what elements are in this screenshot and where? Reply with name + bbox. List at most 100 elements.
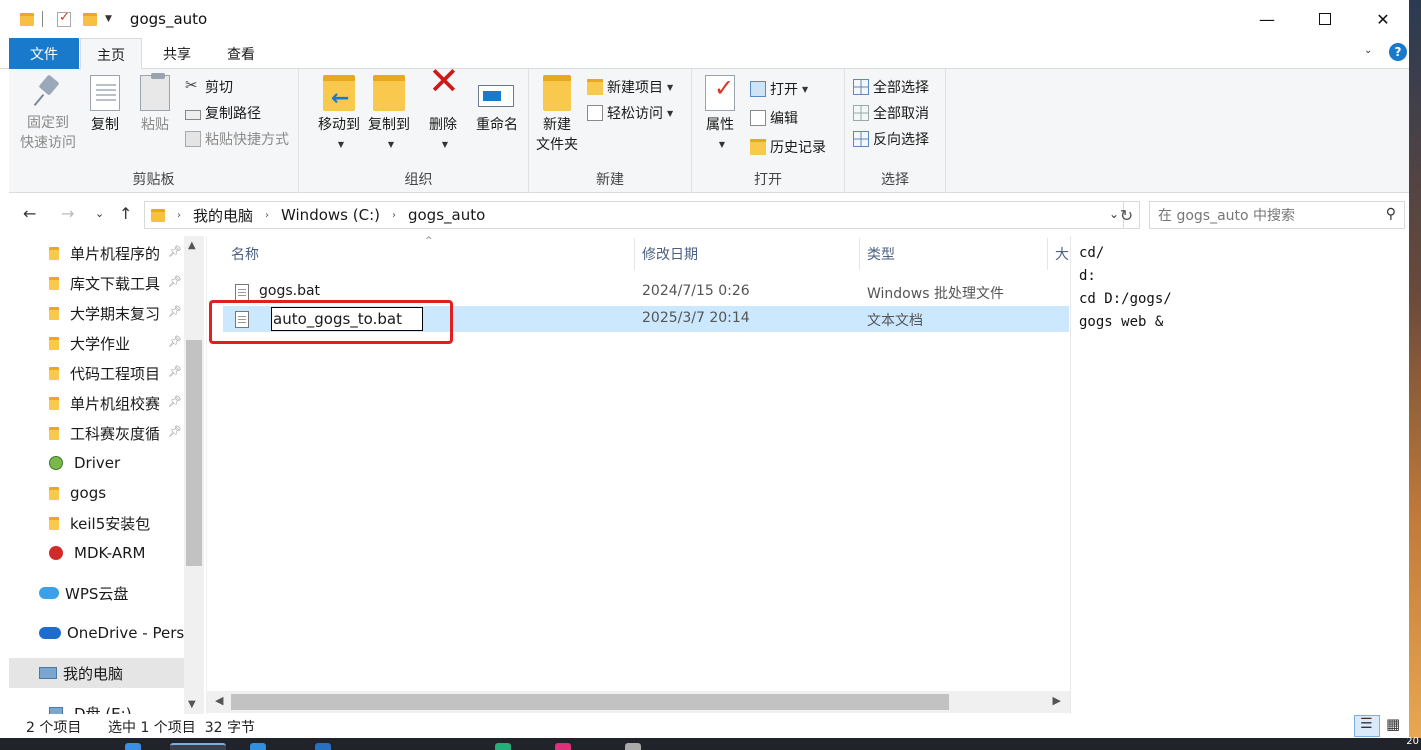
new-folder-button[interactable]: 新建 文件夹 <box>533 75 581 155</box>
new-folder-quick-icon[interactable] <box>83 12 97 26</box>
breadcrumb-chevron-icon[interactable]: › <box>177 210 181 221</box>
address-bar[interactable]: › 我的电脑 › Windows (C:) › gogs_auto ⌄ <box>144 201 1124 229</box>
clipboard-group: 固定到 快速访问 复制 粘贴 剪切 复制路径 粘贴快捷方式 <box>9 69 299 193</box>
recent-locations-chevron-icon[interactable]: ⌄ <box>95 207 104 220</box>
scroll-up-icon[interactable]: ▲ <box>188 240 196 251</box>
close-button[interactable]: ✕ <box>1354 0 1412 38</box>
column-divider[interactable] <box>859 238 860 270</box>
large-icons-view-button[interactable] <box>1383 715 1405 736</box>
pin-icon[interactable]: 📌︎ <box>168 365 182 378</box>
taskbar-app-icon[interactable] <box>125 743 141 750</box>
details-view-button[interactable] <box>1354 715 1380 737</box>
nav-item[interactable]: D盘 (E:) <box>9 698 184 714</box>
pin-icon[interactable]: 📌︎ <box>168 395 182 408</box>
column-divider[interactable] <box>634 238 635 270</box>
copy-to-label: 复制到 <box>368 117 410 133</box>
nav-item-onedrive[interactable]: OneDrive - Personal <box>9 618 184 648</box>
taskbar-app-icon[interactable] <box>315 743 331 750</box>
pin-icon[interactable]: 📌︎ <box>168 305 182 318</box>
nav-item[interactable]: 大学期末复习 📌︎ <box>9 298 184 328</box>
easy-access-button[interactable]: 轻松访问 ▼ <box>587 101 673 125</box>
properties-quick-icon[interactable] <box>57 10 71 27</box>
select-all-button[interactable]: 全部选择 <box>853 75 929 99</box>
scroll-thumb[interactable] <box>186 340 202 566</box>
taskbar-explorer-icon[interactable] <box>170 743 226 750</box>
nav-item[interactable]: gogs <box>9 478 184 508</box>
column-header-size[interactable]: 大小 <box>1055 244 1071 268</box>
maximize-button[interactable] <box>1296 0 1354 38</box>
select-none-button[interactable]: 全部取消 <box>853 101 929 125</box>
pin-to-quick-access-button[interactable]: 固定到 快速访问 <box>17 75 79 153</box>
back-arrow-icon[interactable]: ← <box>23 204 36 223</box>
taskbar-app-icon[interactable] <box>625 743 641 750</box>
scroll-right-icon[interactable]: ▶ <box>1053 694 1061 707</box>
nav-item[interactable]: Driver <box>9 448 184 478</box>
edit-button[interactable]: 编辑 <box>750 106 798 130</box>
copy-to-button[interactable]: 复制到 ▼ <box>363 75 415 155</box>
navigation-pane: 单片机程序的 📌︎ 库文下载工具 📌︎ 大学期末复习 📌︎ 大学作业 📌︎ 代码… <box>9 236 205 714</box>
nav-item[interactable]: 大学作业 📌︎ <box>9 328 184 358</box>
tab-home[interactable]: 主页 <box>80 38 142 70</box>
delete-button[interactable]: 删除 ▼ <box>425 71 461 155</box>
column-header-name[interactable]: 名称 <box>231 244 259 268</box>
pin-icon[interactable]: 📌︎ <box>168 275 182 288</box>
history-button[interactable]: 历史记录 <box>750 135 826 159</box>
scroll-thumb[interactable] <box>231 694 949 710</box>
taskbar-app-icon[interactable] <box>555 743 571 750</box>
nav-item[interactable]: 工科赛灰度循 📌︎ <box>9 418 184 448</box>
taskbar-app-icon[interactable] <box>250 743 266 750</box>
new-item-button[interactable]: 新建项目 ▼ <box>587 75 673 99</box>
paste-button[interactable]: 粘贴 <box>137 73 173 135</box>
move-to-button[interactable]: 移动到 ▼ <box>313 75 365 155</box>
invert-selection-button[interactable]: 反向选择 <box>853 127 929 151</box>
nav-item[interactable]: 库文下载工具 📌︎ <box>9 268 184 298</box>
nav-item[interactable]: 单片机组校赛 📌︎ <box>9 388 184 418</box>
drive-icon <box>49 707 63 714</box>
up-arrow-icon[interactable]: ↑ <box>119 204 132 223</box>
minimize-button[interactable]: — <box>1238 0 1296 38</box>
scroll-left-icon[interactable]: ◀ <box>215 694 223 707</box>
nav-item[interactable]: 代码工程项目 📌︎ <box>9 358 184 388</box>
paste-shortcut-button[interactable]: 粘贴快捷方式 <box>185 127 289 151</box>
refresh-button[interactable]: ↻ <box>1114 201 1140 229</box>
tab-view[interactable]: 查看 <box>210 38 272 69</box>
nav-item[interactable]: keil5安装包 <box>9 508 184 538</box>
breadcrumb-item[interactable]: 我的电脑 <box>193 205 253 226</box>
copy-path-button[interactable]: 复制路径 <box>185 101 261 125</box>
open-button[interactable]: 打开 ▼ <box>750 77 808 101</box>
help-icon[interactable]: ? <box>1389 43 1407 61</box>
copy-button[interactable]: 复制 <box>87 75 123 135</box>
rename-button[interactable]: 重命名 <box>471 75 523 135</box>
cut-button[interactable]: 剪切 <box>185 75 233 99</box>
column-divider[interactable] <box>1047 238 1048 270</box>
breadcrumb-chevron-icon[interactable]: › <box>392 210 396 221</box>
breadcrumb-chevron-icon[interactable]: › <box>265 210 269 221</box>
column-header-type[interactable]: 类型 <box>867 244 895 268</box>
select-none-label: 全部取消 <box>873 106 929 122</box>
nav-item-label: OneDrive - Personal <box>67 624 184 642</box>
column-header-modified[interactable]: 修改日期 <box>642 244 698 268</box>
organize-group-label: 组织 <box>404 172 433 188</box>
pin-icon[interactable]: 📌︎ <box>168 335 182 348</box>
nav-item[interactable]: MDK-ARM <box>9 538 184 568</box>
breadcrumb-item[interactable]: Windows (C:) <box>281 206 380 224</box>
horizontal-scrollbar[interactable]: ◀ ▶ <box>207 691 1071 713</box>
taskbar-app-icon[interactable] <box>495 743 511 750</box>
customize-quick-access-chevron-icon[interactable]: ▼ <box>105 14 112 24</box>
nav-item-wps-cloud[interactable]: WPS云盘 <box>9 578 184 608</box>
tab-share[interactable]: 共享 <box>148 38 206 69</box>
properties-button[interactable]: 属性 ▼ <box>700 75 740 155</box>
breadcrumb-item[interactable]: gogs_auto <box>408 206 485 224</box>
pin-icon[interactable]: 📌︎ <box>168 245 182 258</box>
search-icon[interactable]: ⚲ <box>1386 206 1396 222</box>
nav-item-this-pc[interactable]: 我的电脑 <box>9 658 184 688</box>
tab-file[interactable]: 文件 <box>9 38 79 69</box>
forward-arrow-icon[interactable]: → <box>61 204 74 223</box>
organize-group: 移动到 ▼ 复制到 ▼ 删除 ▼ 重命名 组织 <box>309 69 529 193</box>
scroll-down-icon[interactable]: ▼ <box>188 699 196 710</box>
pin-icon[interactable]: 📌︎ <box>168 425 182 438</box>
ribbon-expand-chevron-icon[interactable]: ⌄ <box>1364 45 1372 56</box>
nav-item[interactable]: 单片机程序的 📌︎ <box>9 238 184 268</box>
nav-pane-scrollbar[interactable]: ▲ ▼ <box>184 236 204 714</box>
search-input[interactable]: 在 gogs_auto 中搜索 ⚲ <box>1149 201 1405 229</box>
